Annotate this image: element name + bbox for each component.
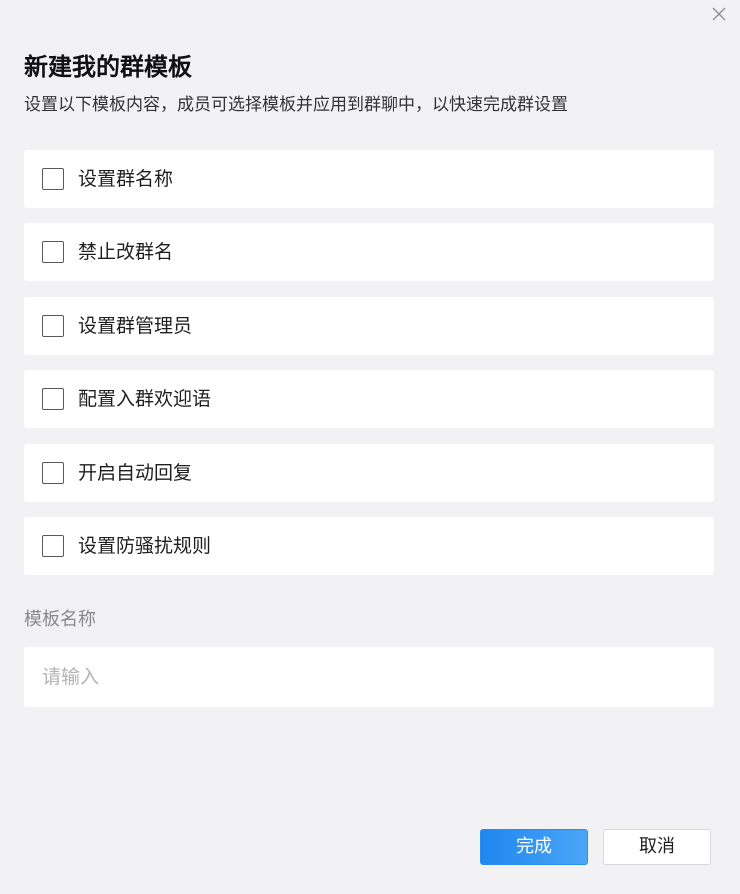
checkbox[interactable] (42, 388, 64, 411)
checkbox[interactable] (42, 461, 64, 484)
option-anti-harassment[interactable]: 设置防骚扰规则 (24, 516, 714, 575)
option-welcome-message[interactable]: 配置入群欢迎语 (24, 370, 714, 429)
option-label: 开启自动回复 (78, 461, 193, 484)
checkbox[interactable] (42, 168, 64, 190)
option-label: 设置防骚扰规则 (78, 534, 212, 557)
dialog-title: 新建我的群模板 (24, 53, 192, 81)
template-name-label: 模板名称 (24, 609, 96, 630)
option-auto-reply[interactable]: 开启自动回复 (24, 443, 714, 502)
done-button[interactable]: 完成 (480, 829, 588, 865)
checkbox[interactable] (42, 241, 64, 264)
option-label: 配置入群欢迎语 (78, 388, 212, 411)
dialog-subtitle: 设置以下模板内容，成员可选择模板并应用到群聊中，以快速完成群设置 (24, 95, 568, 115)
checkbox[interactable] (42, 314, 64, 337)
template-options-list: 设置群名称 禁止改群名 设置群管理员 配置入群欢迎语 开启自动回复 设置防骚扰规… (24, 150, 714, 590)
option-set-admins[interactable]: 设置群管理员 (24, 296, 714, 355)
close-button[interactable] (708, 3, 730, 25)
option-label: 设置群管理员 (78, 314, 193, 337)
checkbox[interactable] (42, 534, 64, 557)
cancel-button[interactable]: 取消 (603, 829, 711, 865)
close-icon (712, 7, 726, 21)
option-forbid-rename[interactable]: 禁止改群名 (24, 223, 714, 282)
option-label: 禁止改群名 (78, 241, 174, 264)
template-name-input[interactable] (24, 647, 714, 707)
option-set-group-name[interactable]: 设置群名称 (24, 150, 714, 208)
option-label: 设置群名称 (78, 168, 174, 190)
